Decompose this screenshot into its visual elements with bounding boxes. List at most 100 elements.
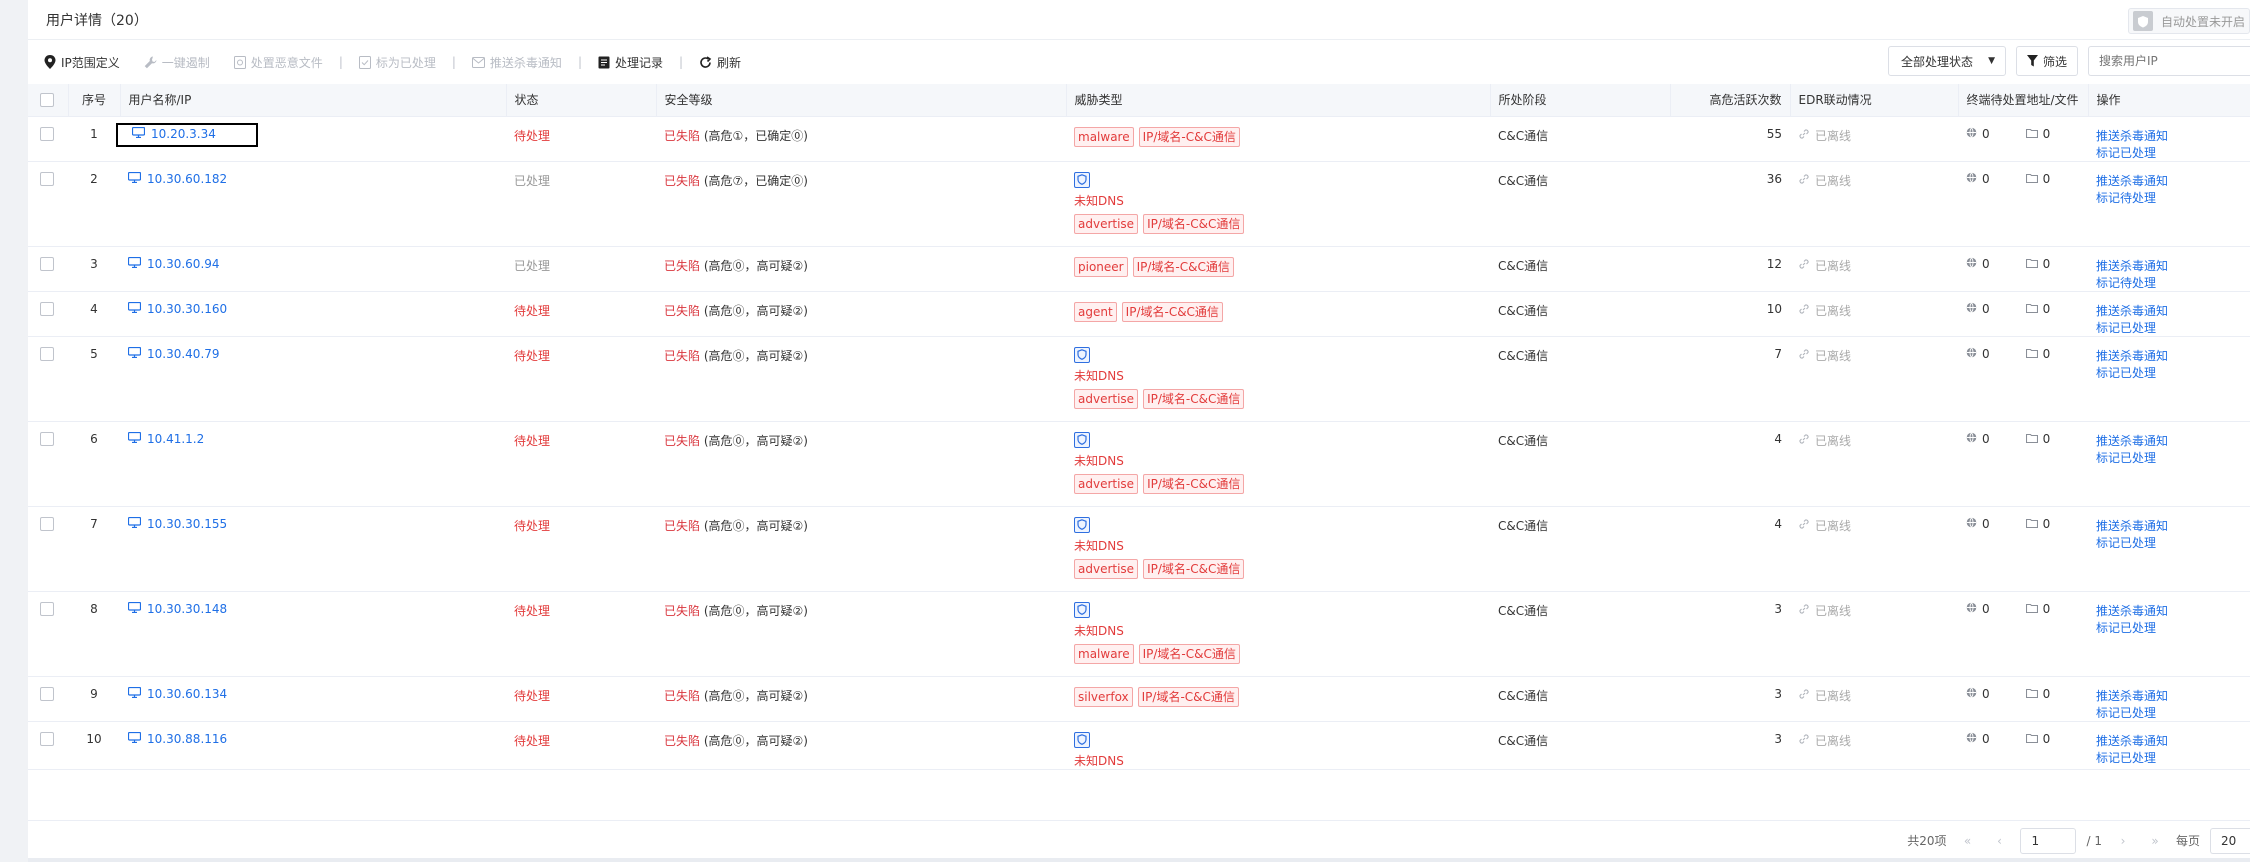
- file-count[interactable]: 0: [2025, 517, 2050, 531]
- host-link[interactable]: 10.20.3.34: [131, 126, 216, 141]
- col-edr[interactable]: EDR联动情况: [1790, 84, 1959, 117]
- address-count[interactable]: 0: [1966, 347, 1990, 361]
- table-row[interactable]: 9 10.30.60.134 待处理 已失陷 (高危⓪，高可疑②) silver…: [28, 676, 2250, 722]
- push-notice-link[interactable]: 推送杀毒通知: [2096, 604, 2168, 618]
- push-notice-link[interactable]: 推送杀毒通知: [2096, 734, 2168, 748]
- row-checkbox[interactable]: [40, 516, 54, 531]
- push-antivirus-notice-button[interactable]: 推送杀毒通知: [471, 54, 562, 71]
- push-notice-link[interactable]: 推送杀毒通知: [2096, 434, 2168, 448]
- filter-button[interactable]: 筛选: [2015, 46, 2078, 76]
- mark-status-link[interactable]: 标记已处理: [2096, 706, 2156, 720]
- file-count[interactable]: 0: [2025, 347, 2050, 361]
- prev-page-icon[interactable]: ‹: [1988, 834, 2010, 848]
- host-link[interactable]: 10.30.40.79: [127, 346, 220, 361]
- col-threat[interactable]: 威胁类型: [1066, 84, 1491, 117]
- address-count[interactable]: 0: [1966, 127, 1990, 141]
- host-link[interactable]: 10.30.60.182: [127, 171, 227, 186]
- mark-status-link[interactable]: 标记已处理: [2096, 366, 2156, 380]
- table-row[interactable]: 1 10.20.3.34 待处理 已失陷 (高危①，已确定⓪) malware I…: [28, 116, 2250, 162]
- row-checkbox[interactable]: [40, 686, 54, 701]
- table-row[interactable]: 5 10.30.40.79 待处理 已失陷 (高危⓪，高可疑②) 未知DNS ad…: [28, 336, 2250, 422]
- push-notice-link[interactable]: 推送杀毒通知: [2096, 129, 2168, 143]
- row-checkbox[interactable]: [40, 601, 54, 616]
- col-active[interactable]: 高危活跃次数: [1670, 84, 1791, 117]
- stage-cell: C&C通信: [1490, 336, 1670, 422]
- row-checkbox[interactable]: [40, 346, 54, 361]
- row-checkbox[interactable]: [40, 731, 54, 746]
- select-all-checkbox[interactable]: [40, 93, 54, 107]
- col-endpoint[interactable]: 终端待处置地址/文件: [1958, 84, 2089, 117]
- col-status[interactable]: 状态: [506, 84, 657, 117]
- mark-status-link[interactable]: 标记已处理: [2096, 621, 2156, 635]
- globe-icon: [1966, 686, 1977, 701]
- file-count[interactable]: 0: [2025, 302, 2050, 316]
- mark-status-link[interactable]: 标记待处理: [2096, 191, 2156, 205]
- host-link[interactable]: 10.30.30.155: [127, 516, 227, 531]
- host-link[interactable]: 10.30.60.134: [127, 686, 227, 701]
- table-row[interactable]: 6 10.41.1.2 待处理 已失陷 (高危⓪，高可疑②) 未知DNS adve…: [28, 421, 2250, 507]
- host-link[interactable]: 10.30.30.148: [127, 601, 227, 616]
- file-count[interactable]: 0: [2025, 257, 2050, 271]
- address-count[interactable]: 0: [1966, 432, 1990, 446]
- next-page-icon[interactable]: ›: [2112, 834, 2134, 848]
- security-cell: 已失陷 (高危⓪，高可疑②): [656, 336, 1066, 422]
- row-checkbox[interactable]: [40, 126, 54, 141]
- toolbar-divider: |: [451, 55, 456, 69]
- address-count[interactable]: 0: [1966, 517, 1990, 531]
- push-notice-link[interactable]: 推送杀毒通知: [2096, 259, 2168, 273]
- file-count[interactable]: 0: [2025, 172, 2050, 186]
- row-checkbox[interactable]: [40, 256, 54, 271]
- address-count[interactable]: 0: [1966, 602, 1990, 616]
- mark-status-link[interactable]: 标记已处理: [2096, 146, 2156, 160]
- mark-status-link[interactable]: 标记已处理: [2096, 536, 2156, 550]
- handling-records-button[interactable]: 处理记录: [598, 54, 663, 71]
- table-row[interactable]: 7 10.30.30.155 待处理 已失陷 (高危⓪，高可疑②) 未知DNS a…: [28, 506, 2250, 592]
- last-page-icon[interactable]: »: [2144, 834, 2166, 848]
- host-link[interactable]: 10.30.60.94: [127, 256, 220, 271]
- refresh-button[interactable]: 刷新: [699, 54, 741, 71]
- push-notice-link[interactable]: 推送杀毒通知: [2096, 689, 2168, 703]
- row-checkbox[interactable]: [40, 171, 54, 186]
- table-row[interactable]: 4 10.30.30.160 待处理 已失陷 (高危⓪，高可疑②) agent I…: [28, 291, 2250, 337]
- mark-handled-button[interactable]: 标为已处理: [358, 54, 436, 71]
- page-size-select[interactable]: 20: [2210, 827, 2250, 854]
- col-security[interactable]: 安全等级: [656, 84, 1067, 117]
- host-link[interactable]: 10.30.30.160: [127, 301, 227, 316]
- mark-status-link[interactable]: 标记已处理: [2096, 321, 2156, 335]
- row-checkbox[interactable]: [40, 301, 54, 316]
- push-notice-link[interactable]: 推送杀毒通知: [2096, 174, 2168, 188]
- table-row[interactable]: 8 10.30.30.148 待处理 已失陷 (高危⓪，高可疑②) 未知DNS m…: [28, 591, 2250, 677]
- handle-malicious-file-button[interactable]: 处置恶意文件: [233, 54, 323, 71]
- mark-status-link[interactable]: 标记待处理: [2096, 276, 2156, 290]
- ip-range-button[interactable]: IP范围定义: [44, 54, 120, 71]
- address-count[interactable]: 0: [1966, 172, 1990, 186]
- col-user[interactable]: 用户名称/IP: [120, 84, 507, 117]
- address-count[interactable]: 0: [1966, 302, 1990, 316]
- address-count[interactable]: 0: [1966, 732, 1990, 746]
- table-row[interactable]: 2 10.30.60.182 已处理 已失陷 (高危⑦，已确定⓪) 未知DNS a…: [28, 161, 2250, 247]
- host-link[interactable]: 10.30.88.116: [127, 731, 227, 746]
- row-checkbox[interactable]: [40, 431, 54, 446]
- mark-status-link[interactable]: 标记已处理: [2096, 451, 2156, 465]
- push-notice-link[interactable]: 推送杀毒通知: [2096, 519, 2168, 533]
- col-stage[interactable]: 所处阶段: [1490, 84, 1671, 117]
- table-row[interactable]: 3 10.30.60.94 已处理 已失陷 (高危⓪，高可疑②) pioneer…: [28, 246, 2250, 292]
- auto-disposal-toggle[interactable]: 自动处置未开启: [2127, 8, 2250, 34]
- file-count[interactable]: 0: [2025, 732, 2050, 746]
- host-link[interactable]: 10.41.1.2: [127, 431, 204, 446]
- mark-status-link[interactable]: 标记已处理: [2096, 751, 2156, 765]
- file-count[interactable]: 0: [2025, 687, 2050, 701]
- one-click-contain-button[interactable]: 一键遏制: [144, 54, 210, 71]
- file-count[interactable]: 0: [2025, 127, 2050, 141]
- push-notice-link[interactable]: 推送杀毒通知: [2096, 304, 2168, 318]
- table-row[interactable]: 10 10.30.88.116 待处理 已失陷 (高危⓪，高可疑②) 未知DNS…: [28, 721, 2250, 770]
- status-select[interactable]: 全部处理状态 ▼: [1887, 46, 2006, 76]
- address-count[interactable]: 0: [1966, 257, 1990, 271]
- search-user-ip-input[interactable]: [2088, 46, 2250, 76]
- push-notice-link[interactable]: 推送杀毒通知: [2096, 349, 2168, 363]
- file-count[interactable]: 0: [2025, 432, 2050, 446]
- address-count[interactable]: 0: [1966, 687, 1990, 701]
- first-page-icon[interactable]: «: [1956, 834, 1978, 848]
- file-count[interactable]: 0: [2025, 602, 2050, 616]
- page-input[interactable]: 1: [2020, 827, 2077, 854]
